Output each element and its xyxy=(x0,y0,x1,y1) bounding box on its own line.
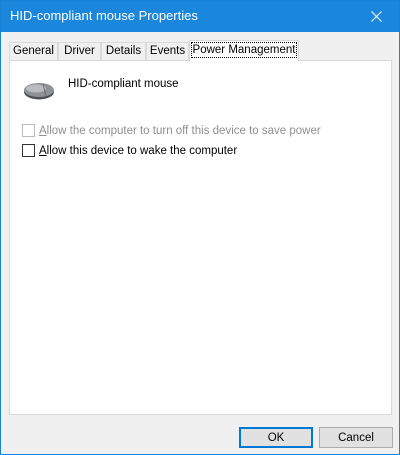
allow-power-off-label: Allow the computer to turn off this devi… xyxy=(39,124,321,137)
allow-wake-option[interactable]: Allow this device to wake the computer xyxy=(22,144,237,157)
allow-power-off-option: Allow the computer to turn off this devi… xyxy=(22,124,321,137)
allow-power-off-checkbox xyxy=(22,124,35,137)
title-bar[interactable]: HID-compliant mouse Properties xyxy=(1,1,399,32)
tab-events[interactable]: Events xyxy=(146,42,189,60)
device-name: HID-compliant mouse xyxy=(68,78,179,90)
tab-power-management[interactable]: Power Management xyxy=(189,40,299,61)
close-icon xyxy=(370,11,382,22)
ok-button[interactable]: OK xyxy=(239,427,313,448)
tab-general[interactable]: General xyxy=(9,42,58,60)
properties-dialog: HID-compliant mouse Properties General D… xyxy=(0,0,400,455)
tab-details[interactable]: Details xyxy=(101,42,146,60)
window-title: HID-compliant mouse Properties xyxy=(10,8,198,23)
tab-driver[interactable]: Driver xyxy=(58,42,101,60)
allow-wake-checkbox[interactable] xyxy=(22,144,35,157)
power-management-panel: HID-compliant mouse Allow the computer t… xyxy=(9,60,392,415)
allow-wake-label[interactable]: Allow this device to wake the computer xyxy=(39,145,237,157)
close-button[interactable] xyxy=(353,1,399,32)
cancel-button[interactable]: Cancel xyxy=(319,427,393,448)
mouse-icon xyxy=(24,83,54,100)
